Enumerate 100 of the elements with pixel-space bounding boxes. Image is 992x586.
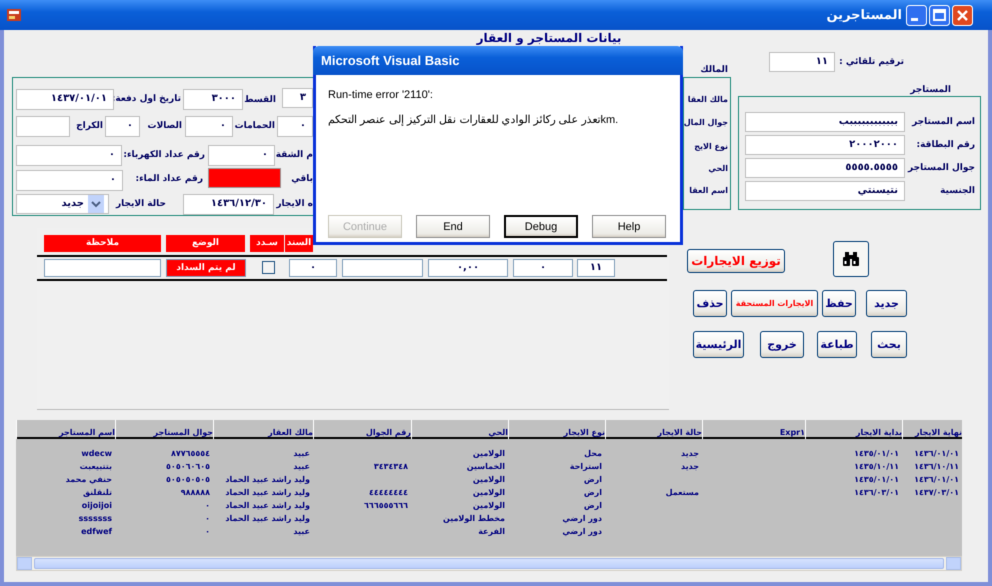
section-label: المالك bbox=[699, 64, 728, 77]
action-button[interactable]: طباعة bbox=[817, 331, 857, 358]
table-cell: عبيد bbox=[293, 462, 310, 471]
column-header[interactable]: نهاية الايجار bbox=[914, 428, 962, 437]
form-icon[interactable] bbox=[6, 7, 22, 23]
table-cell: دور ارضي bbox=[562, 514, 602, 523]
column-header[interactable]: Expr١ bbox=[780, 428, 805, 437]
close-icon[interactable] bbox=[952, 4, 973, 26]
table-cell: ١٤٣٦/٠١/٠١ bbox=[914, 475, 959, 484]
table-cell: مستعمل bbox=[666, 488, 699, 497]
table-cell: عبيد bbox=[293, 527, 310, 536]
table-cell: ١٤٣٥/٠١/٠١ bbox=[854, 475, 899, 484]
table-cell: تلنقلنق bbox=[82, 488, 112, 497]
text-field[interactable]: ٢٠٠٠٢٠٠٠ bbox=[745, 135, 905, 155]
table-cell: الولامين bbox=[472, 488, 505, 497]
dialog-button[interactable]: Help bbox=[592, 215, 666, 238]
table-cell: sssssss bbox=[78, 514, 112, 523]
field-label: اسم العقا bbox=[688, 185, 728, 197]
table-cell: ٠ bbox=[205, 527, 210, 536]
table-cell: ١٤٣٦/٠١/٠١ bbox=[914, 449, 959, 458]
text-field[interactable]: ٠ bbox=[16, 170, 123, 191]
text-field[interactable]: ٣٠٠٠ bbox=[183, 89, 243, 110]
field-label: ه الايجار bbox=[275, 198, 313, 211]
text-field[interactable]: ٠ bbox=[513, 259, 573, 277]
text-field[interactable]: ٠ bbox=[16, 145, 122, 166]
table-cell: الولامين bbox=[472, 501, 505, 510]
alert-field[interactable] bbox=[208, 168, 281, 188]
table-cell: oijoijoi bbox=[82, 501, 112, 510]
text-field[interactable]: ٥٥٥٥.٥٥٥٥ bbox=[745, 158, 905, 178]
table-cell: ١٤٣٥/٠١/٠١ bbox=[854, 449, 899, 458]
text-field[interactable]: ٠,٠٠ bbox=[428, 259, 508, 277]
text-field[interactable]: ١٤٣٦/١٢/٣٠ bbox=[183, 194, 274, 215]
text-field[interactable]: ٠ bbox=[208, 145, 275, 166]
action-button[interactable]: بحث bbox=[871, 331, 907, 358]
error-text: Run-time error '2110': bbox=[328, 89, 434, 101]
field-label: م الشقة bbox=[276, 149, 313, 162]
table-cell: wdecw bbox=[81, 449, 112, 458]
text-field[interactable]: ٠ bbox=[105, 116, 140, 137]
table-cell: ١٤٣٦/٠٣/٠١ bbox=[854, 488, 899, 497]
field-label: حالة الايجار bbox=[114, 198, 166, 211]
action-button[interactable]: حذف bbox=[693, 290, 727, 317]
field-label: اسم المستاجر bbox=[910, 116, 975, 129]
text-field[interactable]: ببببببببببببب bbox=[745, 112, 905, 132]
column-header: السند bbox=[285, 235, 313, 252]
field-label: باقي bbox=[290, 173, 313, 186]
text-field[interactable]: ٠ bbox=[185, 116, 233, 137]
table-cell: محل bbox=[584, 449, 602, 458]
dialog-title: Microsoft Visual Basic bbox=[313, 46, 683, 75]
table-cell: بتتبيعبت bbox=[80, 462, 112, 471]
form-title: بيانات المستاجر و العقار bbox=[475, 31, 622, 46]
checkbox[interactable] bbox=[262, 261, 275, 274]
binoculars-icon bbox=[842, 251, 860, 267]
action-button[interactable]: حفظ bbox=[822, 290, 856, 317]
text-field[interactable]: ٠ bbox=[289, 259, 337, 277]
table-cell: ٣٤٣٤٣٤٨ bbox=[374, 462, 408, 471]
column-header: سـدد bbox=[250, 235, 284, 252]
table-cell: ٥٠٥٠٥٠٥٠٥ bbox=[166, 475, 210, 484]
column-header[interactable]: نوع الايجار bbox=[564, 428, 605, 437]
text-field[interactable]: ١٤٣٧/٠١/٠١ bbox=[16, 89, 114, 110]
text-field[interactable]: ١١ bbox=[577, 259, 615, 277]
text-field[interactable]: نتيسنتي bbox=[745, 181, 905, 201]
column-header[interactable]: حالة الايجار bbox=[658, 428, 702, 437]
field-label: جوال المستاجر bbox=[907, 162, 975, 175]
input-field[interactable] bbox=[44, 259, 161, 277]
dialog-button[interactable]: End bbox=[416, 215, 490, 238]
action-button[interactable]: الرئيسية bbox=[693, 331, 744, 358]
table-cell: ٤٤٤٤٤٤٤٤ bbox=[368, 488, 408, 497]
input-field[interactable] bbox=[342, 259, 423, 277]
table-cell: وليد راشد عبيد الحماد bbox=[225, 514, 310, 523]
action-button[interactable]: الايجارات المستحقة bbox=[731, 290, 818, 317]
action-button[interactable]: توزيع الايجارات bbox=[687, 249, 785, 273]
table-cell: ١٤٣٦/١٠/١١ bbox=[914, 462, 959, 471]
search-button[interactable] bbox=[833, 241, 869, 277]
column-header[interactable]: مالك العقار bbox=[268, 428, 313, 437]
field-label: رقم عداد الكهرباء: bbox=[122, 149, 205, 162]
column-header[interactable]: اسم المستاجر bbox=[59, 428, 115, 437]
section-label: المستاجر bbox=[908, 84, 951, 97]
column-header[interactable]: الحي bbox=[488, 428, 508, 437]
table-cell: الخماسين bbox=[466, 462, 505, 471]
dialog-button[interactable]: Debug bbox=[504, 215, 578, 238]
horizontal-scrollbar[interactable] bbox=[16, 556, 962, 571]
field-label: الحي bbox=[707, 163, 728, 175]
text-field[interactable]: ١١ bbox=[769, 52, 835, 72]
table-cell: ١٤٣٥/١٠/١١ bbox=[854, 462, 899, 471]
input-field[interactable] bbox=[16, 116, 70, 137]
column-header: الوضع bbox=[166, 235, 245, 252]
text-field[interactable]: ٠ bbox=[277, 116, 313, 137]
text-field[interactable]: ٣ bbox=[282, 88, 313, 108]
field-label: ترقيم تلقائي : bbox=[840, 56, 904, 69]
column-header[interactable]: جوال المستاجر bbox=[153, 428, 213, 437]
column-header[interactable]: بداية الايجار bbox=[856, 428, 902, 437]
window-title: المستاجرين bbox=[826, 8, 903, 22]
maximize-icon[interactable] bbox=[929, 4, 950, 26]
action-button[interactable]: خروج bbox=[760, 331, 804, 358]
table-cell: دور ارضي bbox=[562, 527, 602, 536]
minimize-icon[interactable] bbox=[906, 4, 927, 26]
dropdown[interactable]: جديد bbox=[16, 194, 109, 214]
action-button[interactable]: جديد bbox=[866, 290, 907, 317]
table-cell: وليد راشد عبيد الحماد bbox=[225, 475, 310, 484]
column-header[interactable]: رقم الجوال bbox=[366, 428, 411, 437]
